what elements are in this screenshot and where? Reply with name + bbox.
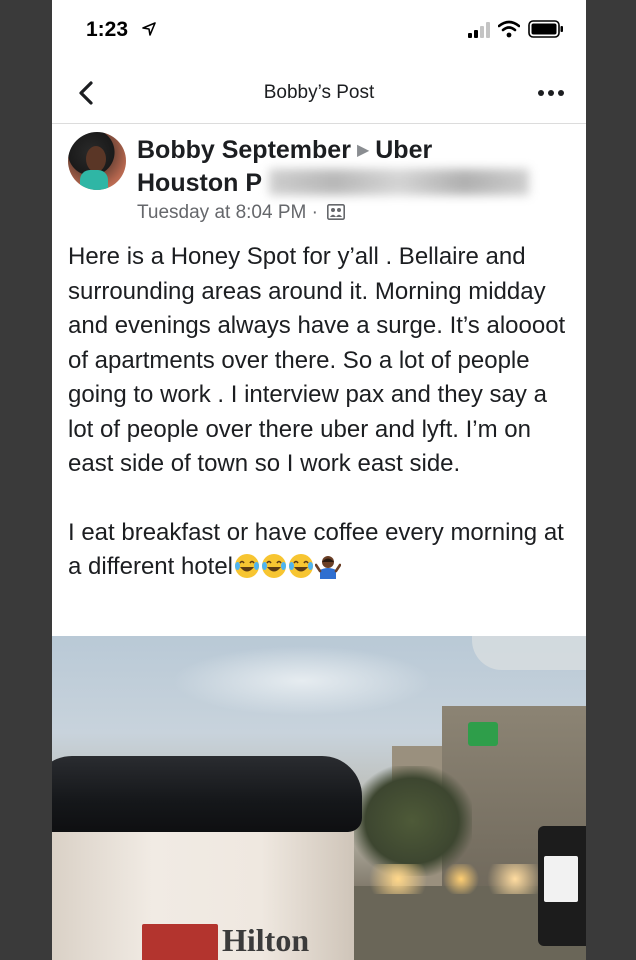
post-body: Here is a Honey Spot for y’all . Bellair… bbox=[68, 240, 574, 619]
post-photo[interactable]: Hilton bbox=[52, 636, 586, 960]
laughing-tears-emoji-icon bbox=[289, 554, 314, 578]
coffee-cup: Hilton bbox=[52, 756, 372, 960]
status-time: 1:23 bbox=[86, 18, 129, 41]
post-paragraph: Here is a Honey Spot for y’all . Bellair… bbox=[68, 243, 566, 477]
rearview-mirror bbox=[472, 636, 586, 670]
phone-screen: 1:23 Bobby’s Post Bobby September ▶ Uber… bbox=[52, 0, 586, 960]
post-timestamp[interactable]: Tuesday at 8:04 PM bbox=[137, 202, 306, 223]
post-meta: Tuesday at 8:04 PM · bbox=[137, 202, 346, 224]
hilton-logo bbox=[142, 924, 218, 960]
group-name[interactable]: Uber bbox=[375, 136, 432, 164]
person-shrugging-emoji-icon bbox=[315, 556, 342, 579]
group-name-line2[interactable]: Houston P bbox=[137, 169, 262, 197]
post-header: Bobby September ▶ Uber Houston P bbox=[137, 134, 557, 200]
status-bar: 1:23 bbox=[52, 0, 586, 62]
laughing-tears-emoji-icon bbox=[262, 554, 287, 578]
author-avatar[interactable] bbox=[68, 132, 126, 190]
wifi-icon bbox=[498, 20, 520, 38]
location-arrow-icon bbox=[142, 22, 156, 36]
author-name[interactable]: Bobby September bbox=[137, 136, 351, 164]
navigation-bar: Bobby’s Post bbox=[52, 62, 586, 124]
cup-lid bbox=[52, 756, 362, 832]
post-paragraph-last: I eat breakfast or have coffee every mor… bbox=[68, 518, 564, 581]
meta-separator: · bbox=[311, 202, 318, 223]
page-title: Bobby’s Post bbox=[263, 82, 375, 103]
blurred-redaction bbox=[268, 169, 529, 195]
cellular-signal-icon bbox=[468, 22, 490, 38]
cup-brand-text: Hilton bbox=[222, 922, 310, 958]
hotel-sign bbox=[468, 722, 498, 746]
laughing-tears-emoji-icon bbox=[235, 554, 260, 578]
right-triangle-icon: ▶ bbox=[356, 142, 370, 159]
battery-icon bbox=[528, 20, 563, 38]
group-audience-icon bbox=[327, 204, 346, 220]
more-options-icon[interactable] bbox=[534, 82, 568, 104]
